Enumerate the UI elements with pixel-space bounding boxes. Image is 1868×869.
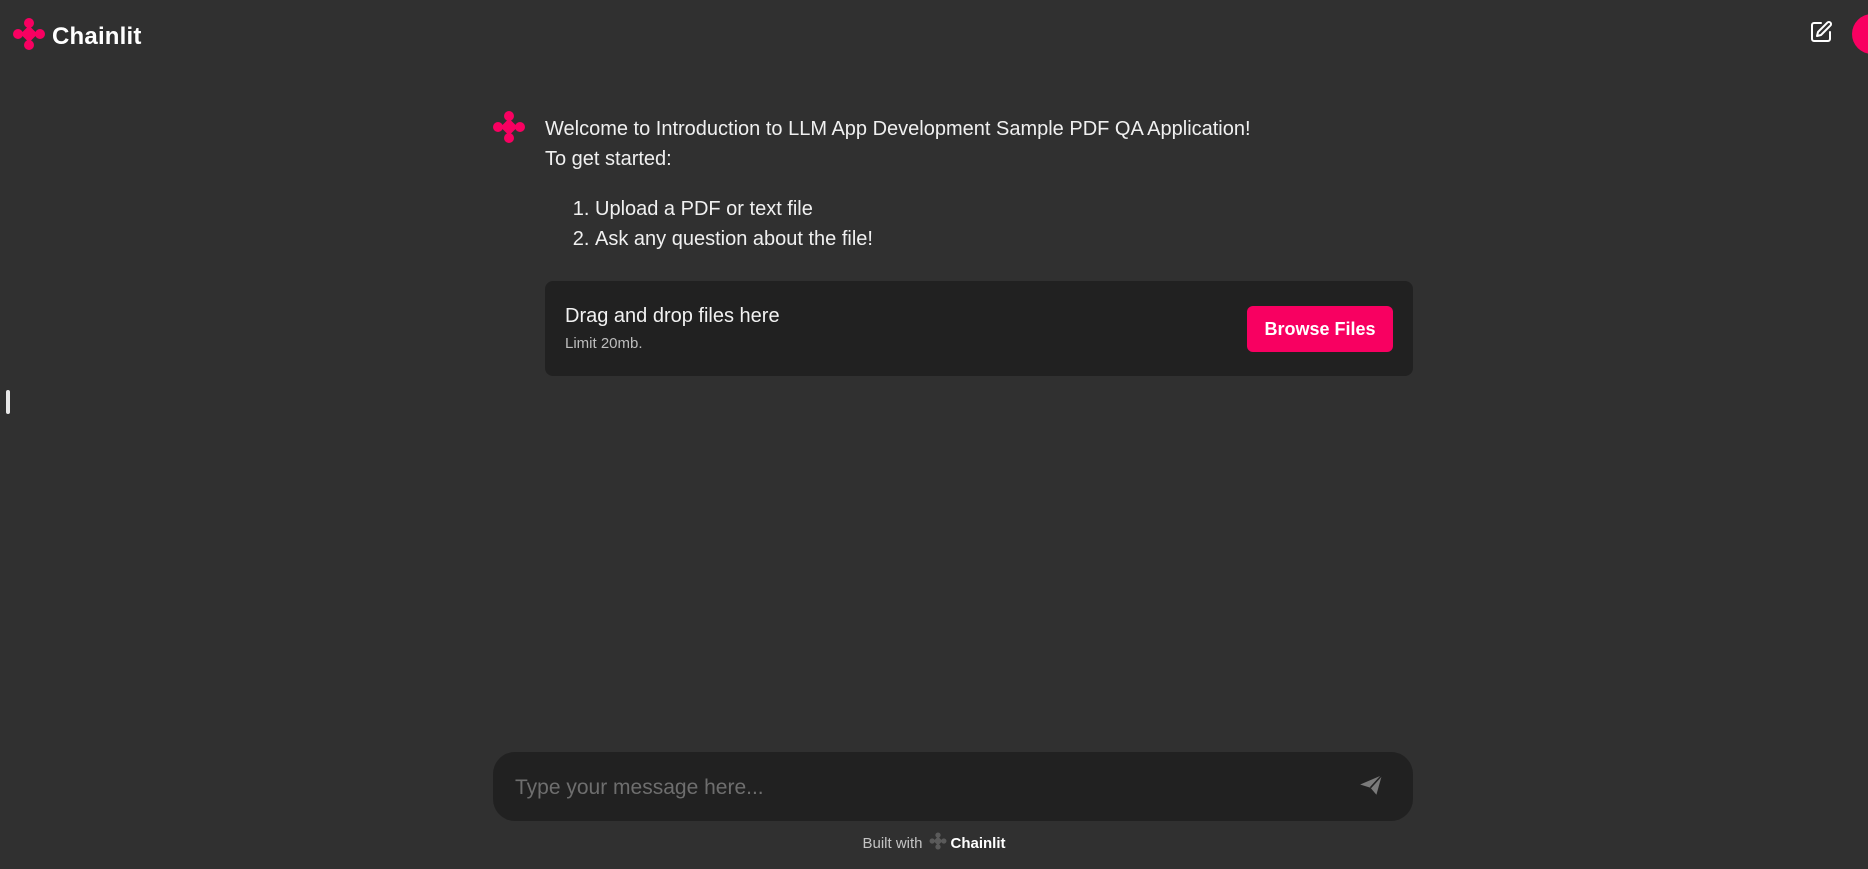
step-item: Upload a PDF or text file [595, 194, 1413, 224]
built-with-label: Built with [862, 834, 923, 852]
footer-brand-name: Chainlit [950, 834, 1006, 852]
step-item: Ask any question about the file! [595, 224, 1413, 254]
footer-brand-link[interactable]: Chainlit [929, 832, 1006, 854]
browse-files-button[interactable]: Browse Files [1247, 306, 1393, 352]
chainlit-logo-icon [929, 832, 947, 854]
send-icon [1358, 772, 1384, 803]
steps-list: Upload a PDF or text file Ask any questi… [545, 194, 1413, 254]
intro-line: To get started: [545, 148, 672, 170]
dropzone-title: Drag and drop files here [565, 305, 780, 327]
send-button[interactable] [1357, 773, 1385, 801]
message-composer [493, 752, 1413, 823]
message-content: Welcome to Introduction to LLM App Devel… [545, 114, 1413, 254]
brand-logo[interactable]: Chainlit [12, 17, 142, 56]
welcome-line: Welcome to Introduction to LLM App Devel… [545, 118, 1251, 140]
user-avatar[interactable] [1852, 14, 1868, 54]
header: Chainlit [0, 0, 1868, 68]
dropzone-limit: Limit 20mb. [565, 335, 643, 352]
new-chat-button[interactable] [1807, 20, 1835, 48]
brand-name: Chainlit [52, 22, 142, 50]
chainlit-logo-icon [12, 17, 46, 56]
sidebar-toggle-handle[interactable] [6, 390, 10, 414]
assistant-avatar-icon [492, 110, 526, 149]
footer: Built with Chainlit [0, 832, 1868, 854]
file-dropzone[interactable]: Drag and drop files here Limit 20mb. Bro… [545, 281, 1413, 376]
app-root: Chainlit Welcome to Introduction to LLM … [0, 0, 1868, 869]
message-input[interactable] [513, 752, 1337, 823]
edit-icon [1809, 20, 1833, 49]
